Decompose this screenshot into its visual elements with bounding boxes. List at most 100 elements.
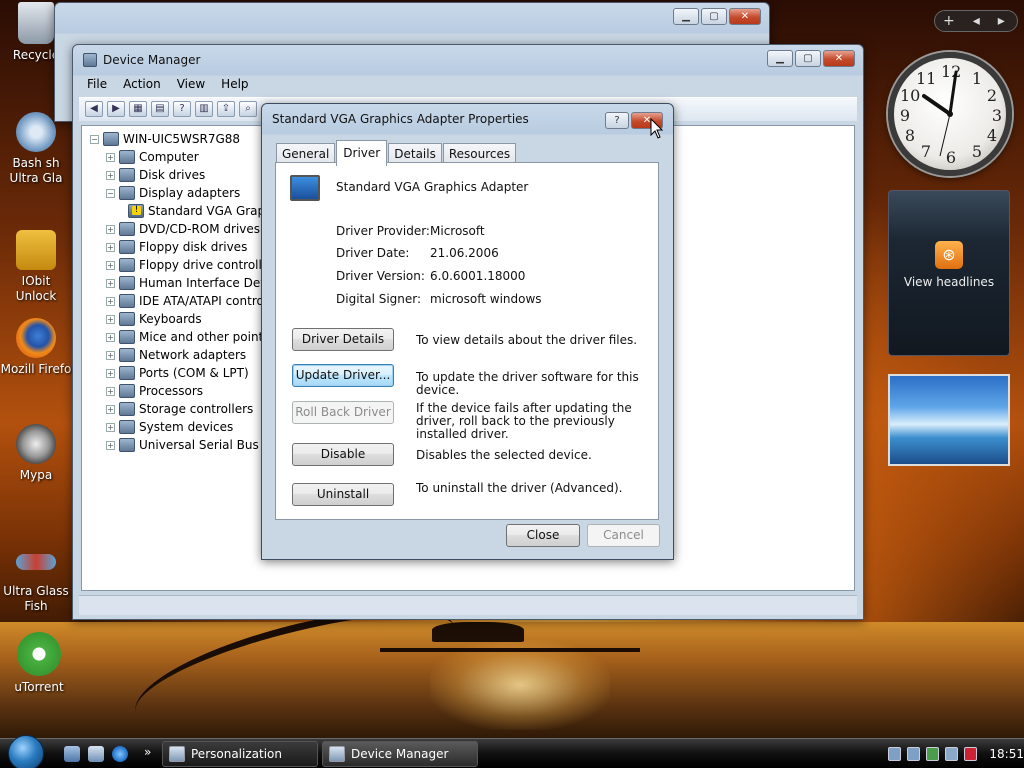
- mouse-cursor-icon: [650, 118, 664, 139]
- expand-icon[interactable]: +: [106, 404, 115, 414]
- back-arrow-icon[interactable]: ◀: [85, 101, 103, 117]
- desktop-icon-iobit-unlocker[interactable]: IObit Unlock: [0, 230, 72, 304]
- view-headlines-label[interactable]: View headlines: [889, 275, 1009, 289]
- desktop-icon-firefox[interactable]: Mozill Firefo: [0, 318, 72, 377]
- update-driver-desc: To update the driver software for this d…: [416, 370, 639, 397]
- cancel-button[interactable]: Cancel: [587, 524, 660, 547]
- collapse-icon[interactable]: −: [106, 188, 115, 198]
- desktop-icon-label: Bash sh Ultra Gla: [9, 156, 63, 185]
- roll-back-driver-button[interactable]: Roll Back Driver: [292, 401, 394, 424]
- window-title: Device Manager: [103, 53, 201, 67]
- driver-details-button[interactable]: Driver Details: [292, 328, 394, 351]
- tree-toggle-icon[interactable]: ▦: [129, 101, 147, 117]
- view-icon[interactable]: ▥: [195, 101, 213, 117]
- properties-dialog[interactable]: Standard VGA Graphics Adapter Properties…: [261, 103, 674, 560]
- field-driver-version: Driver Version: 6.0.6001.18000: [336, 269, 525, 283]
- expand-icon[interactable]: +: [106, 332, 115, 342]
- tree-row-label: Floppy drive controller: [139, 258, 275, 272]
- maximize-button[interactable]: ▢: [701, 8, 727, 25]
- desktop-icon-utorrent[interactable]: uTorrent: [3, 632, 75, 695]
- expand-icon[interactable]: +: [106, 278, 115, 288]
- help-icon[interactable]: ?: [173, 101, 191, 117]
- personalization-icon: [169, 746, 185, 762]
- clock-time[interactable]: 18:51: [989, 747, 1024, 761]
- device-category-icon: [119, 294, 135, 308]
- forward-arrow-icon[interactable]: ▶: [107, 101, 125, 117]
- minimize-button[interactable]: ▁: [767, 50, 793, 67]
- volume-muted-icon[interactable]: [964, 747, 978, 761]
- tab-driver[interactable]: Driver: [336, 140, 388, 166]
- tree-row-label: Display adapters: [139, 186, 241, 200]
- desktop-icon-label: IObit Unlock: [15, 274, 57, 303]
- collapse-icon[interactable]: −: [90, 134, 99, 144]
- task-personalization[interactable]: Personalization: [162, 741, 318, 767]
- tray-app-icon[interactable]: [907, 747, 921, 761]
- rss-feed-gadget[interactable]: ⊛ View headlines: [888, 190, 1010, 356]
- desktop-icon-mypal[interactable]: Mypa: [0, 424, 72, 483]
- desktop-icon-label: Mozill Firefo: [0, 362, 72, 376]
- quick-launch-overflow[interactable]: »: [144, 745, 151, 759]
- expand-icon[interactable]: +: [106, 242, 115, 252]
- next-gadget-icon[interactable]: ▸: [998, 13, 1005, 29]
- minimize-button[interactable]: ▁: [673, 8, 699, 25]
- expand-icon[interactable]: +: [106, 152, 115, 162]
- menu-help[interactable]: Help: [213, 75, 256, 95]
- device-manager-titlebar[interactable]: Device Manager: [73, 45, 863, 75]
- close-dialog-button[interactable]: Close: [506, 524, 580, 547]
- expand-icon[interactable]: +: [106, 260, 115, 270]
- expand-icon[interactable]: +: [106, 170, 115, 180]
- system-tray: 18:51: [874, 739, 1024, 768]
- network-icon[interactable]: [945, 747, 959, 761]
- task-label: Personalization: [191, 747, 282, 761]
- update-driver-icon[interactable]: ⇪: [217, 101, 235, 117]
- expand-icon[interactable]: +: [106, 422, 115, 432]
- expand-icon[interactable]: +: [106, 368, 115, 378]
- driver-panel: Standard VGA Graphics Adapter Driver Pro…: [275, 162, 659, 520]
- tree-row-label: IDE ATA/ATAPI contro: [139, 294, 264, 308]
- clock-gadget[interactable]: 12 1 2 3 4 5 6 7 8 9 10 11: [888, 52, 1012, 176]
- tree-row-label: Computer: [139, 150, 199, 164]
- properties-icon[interactable]: ▤: [151, 101, 169, 117]
- device-category-icon: [119, 384, 135, 398]
- menu-file[interactable]: File: [79, 75, 115, 95]
- display-adapter-icon: [290, 175, 320, 201]
- disable-button[interactable]: Disable: [292, 443, 394, 466]
- uninstall-desc: To uninstall the driver (Advanced).: [416, 481, 623, 495]
- show-desktop-icon[interactable]: [64, 746, 80, 762]
- expand-icon[interactable]: +: [106, 296, 115, 306]
- expand-icon[interactable]: +: [106, 386, 115, 396]
- tray-app-icon-2[interactable]: [926, 747, 940, 761]
- expand-icon[interactable]: +: [106, 314, 115, 324]
- safely-remove-icon[interactable]: [888, 747, 902, 761]
- expand-icon[interactable]: +: [106, 350, 115, 360]
- internet-explorer-icon[interactable]: [112, 746, 128, 762]
- desktop-icon-bash-shortcut[interactable]: Bash sh Ultra Gla: [0, 112, 72, 186]
- expand-icon[interactable]: +: [106, 440, 115, 450]
- device-category-icon: [119, 150, 135, 164]
- add-gadget-icon[interactable]: +: [943, 13, 955, 29]
- tree-row-label: DVD/CD-ROM drives: [139, 222, 261, 236]
- tree-row-label: Disk drives: [139, 168, 206, 182]
- menu-action[interactable]: Action: [115, 75, 169, 95]
- help-button[interactable]: ?: [605, 112, 629, 129]
- menu-view[interactable]: View: [169, 75, 213, 95]
- prev-gadget-icon[interactable]: ◂: [973, 13, 980, 29]
- desktop-icon-ultra-glass-fish[interactable]: Ultra Glass Fish: [0, 540, 72, 614]
- start-button[interactable]: [8, 735, 44, 768]
- maximize-button[interactable]: ▢: [795, 50, 821, 67]
- close-button[interactable]: ✕: [729, 8, 761, 25]
- close-button[interactable]: ✕: [823, 50, 855, 67]
- expand-icon[interactable]: +: [106, 224, 115, 234]
- device-category-icon: [119, 168, 135, 182]
- field-driver-provider: Driver Provider: Microsoft: [336, 224, 485, 238]
- scan-hardware-icon[interactable]: ⌕: [239, 101, 257, 117]
- update-driver-button[interactable]: Update Driver...: [292, 364, 394, 387]
- task-device-manager[interactable]: Device Manager: [322, 741, 478, 767]
- device-category-icon: [119, 402, 135, 416]
- switch-windows-icon[interactable]: [88, 746, 104, 762]
- device-category-icon: [119, 312, 135, 326]
- uninstall-button[interactable]: Uninstall: [292, 483, 394, 506]
- slideshow-gadget[interactable]: [888, 374, 1010, 466]
- device-name: Standard VGA Graphics Adapter: [336, 180, 529, 194]
- tree-row-label: Processors: [139, 384, 204, 398]
